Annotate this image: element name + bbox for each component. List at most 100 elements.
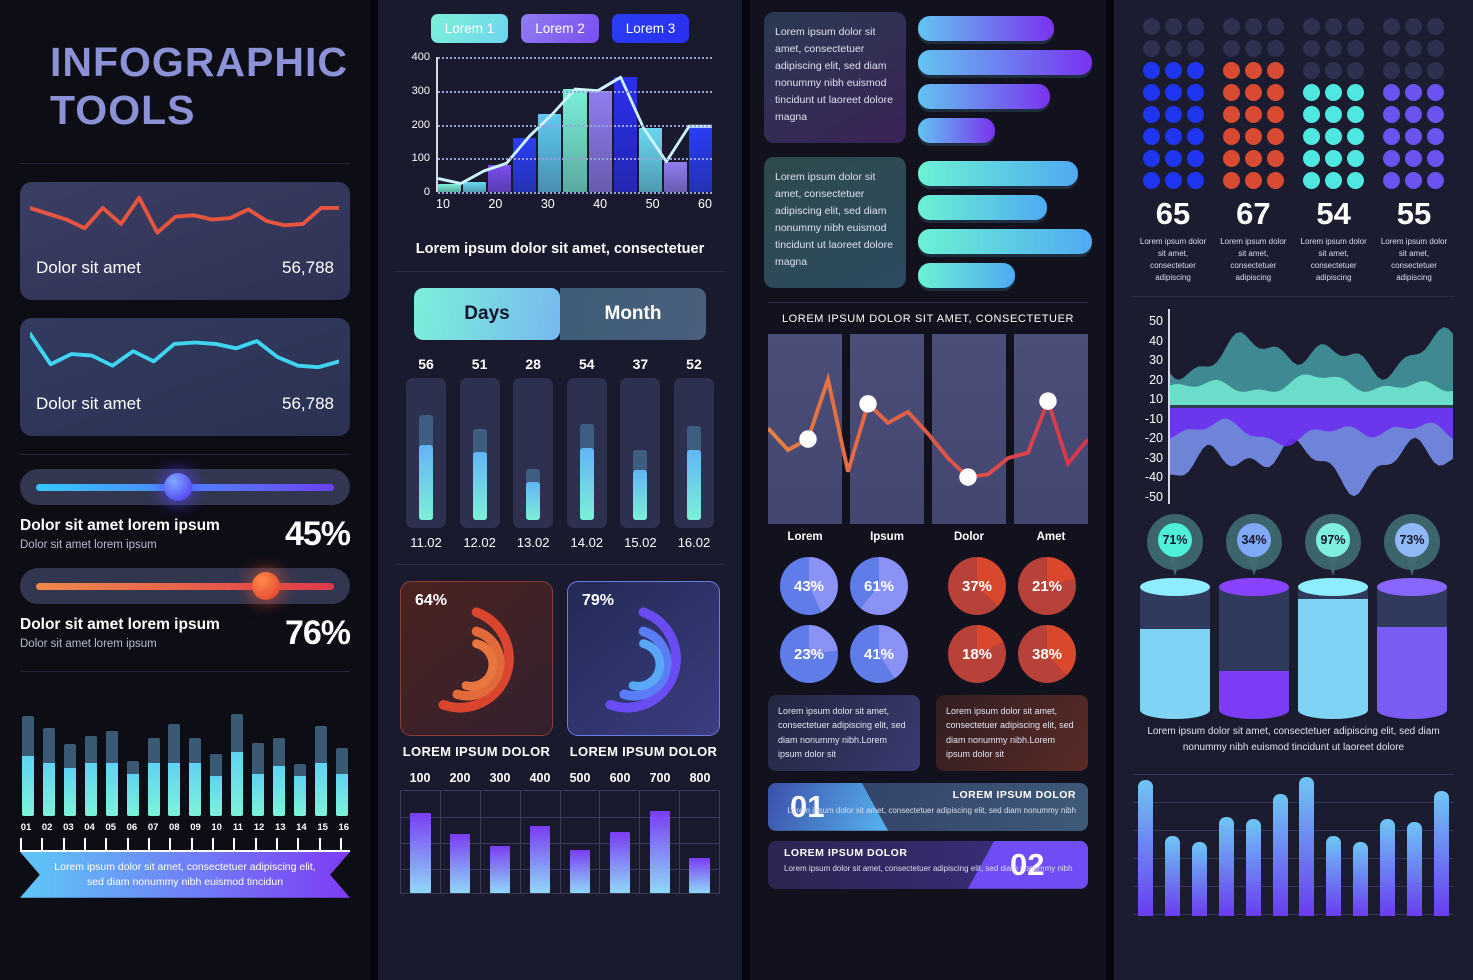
- slider-subtitle: Dolor sit amet lorem ipsum: [20, 539, 157, 552]
- horizontal-bar: [918, 84, 1051, 109]
- bar: [569, 850, 591, 893]
- divider: [396, 564, 724, 565]
- dot-icon: [1427, 40, 1445, 57]
- percent-circle[interactable]: 21%: [1018, 557, 1076, 615]
- plot-area: [1168, 309, 1453, 504]
- cylinder-gauge[interactable]: 34%: [1215, 514, 1293, 719]
- dot-icon: [1222, 106, 1240, 123]
- day-bar-tube: [513, 378, 554, 528]
- stat-card-red[interactable]: Dolor sit amet 56,788: [20, 181, 350, 300]
- slider-handle[interactable]: [163, 472, 192, 501]
- dot-icon: [1347, 18, 1365, 35]
- toggle-month[interactable]: Month: [560, 288, 706, 340]
- day-bar[interactable]: 51 12.02: [458, 356, 502, 550]
- percent-circle[interactable]: 61%: [850, 557, 908, 615]
- percent-circle[interactable]: 23%: [780, 625, 838, 683]
- grid-cell: [481, 791, 521, 893]
- cylinder-gauge[interactable]: 73%: [1373, 514, 1451, 719]
- donut-card-red[interactable]: 64%: [400, 581, 553, 736]
- mini-bar: [189, 737, 202, 816]
- tab-lorem-3[interactable]: Lorem 3: [611, 14, 690, 43]
- slider-title: Dolor sit amet lorem ipsum: [20, 616, 220, 634]
- mini-bar-labels: 01 02 03 04 05 06 07 08 09 10 11 12 13 14 15 16: [20, 816, 350, 833]
- percent-circle-label: 61%: [863, 577, 895, 595]
- numbered-banner-02[interactable]: 02 LOREM IPSUM DOLOR Lorem ipsum dolor s…: [768, 840, 1088, 889]
- rounded-bar-chart: [1134, 766, 1453, 916]
- days-month-toggle[interactable]: Days Month: [414, 288, 706, 340]
- day-bar[interactable]: 28 13.02: [511, 356, 555, 550]
- grid-cell: [521, 791, 561, 893]
- dot-icon: [1244, 84, 1262, 101]
- dot-icon: [1427, 172, 1445, 189]
- metric-value: 54: [1316, 196, 1351, 231]
- line-chart-x-labels: Lorem Ipsum Dolor Amet: [768, 531, 1088, 543]
- text-card-purple: Lorem ipsum dolor sit amet, consectetuer…: [764, 12, 906, 143]
- dot-icon: [1164, 106, 1182, 123]
- divider: [20, 162, 350, 164]
- dot-icon: [1303, 40, 1321, 57]
- stream-area-chart: 50 40 30 20 10 -10 -20 -30 -40 -50: [1132, 309, 1455, 504]
- day-bar[interactable]: 37 15.02: [618, 356, 662, 550]
- percent-circle[interactable]: 41%: [850, 625, 908, 683]
- line-marker[interactable]: [1039, 392, 1057, 410]
- day-bar[interactable]: 54 14.02: [565, 356, 609, 550]
- dot-icon: [1244, 18, 1262, 35]
- mini-bar-label: 08: [169, 821, 180, 833]
- dot-icon: [1142, 128, 1160, 145]
- dot-icon: [1222, 62, 1240, 79]
- percent-circle[interactable]: 18%: [948, 625, 1006, 683]
- mini-bar: [293, 763, 306, 816]
- percent-circle[interactable]: 38%: [1018, 625, 1076, 683]
- donut-card-blue[interactable]: 79%: [567, 581, 720, 736]
- day-bar-date: 13.02: [516, 535, 550, 550]
- percent-circle-label: 43%: [793, 577, 825, 595]
- text-bars-teal: Lorem ipsum dolor sit amet, consectetuer…: [764, 157, 1092, 288]
- line-marker[interactable]: [859, 395, 877, 413]
- dot-icon: [1405, 150, 1423, 167]
- dot-icon: [1427, 84, 1445, 101]
- map-pin-icon: 34%: [1225, 514, 1282, 576]
- mini-bar: [335, 747, 348, 816]
- concentric-arc-blue-icon: [605, 607, 681, 713]
- dot-icon: [1325, 18, 1343, 35]
- ruler-axis: [20, 836, 350, 852]
- dot-grid: [1138, 18, 1208, 189]
- percent-circle[interactable]: 37%: [948, 557, 1006, 615]
- grid-chart-body: [400, 790, 720, 894]
- banner-heading: LOREM IPSUM DOLOR: [952, 788, 1076, 801]
- cylinder-gauge[interactable]: 97%: [1294, 514, 1372, 719]
- day-bar[interactable]: 56 11.02: [404, 356, 448, 550]
- dot-grid: [1379, 18, 1449, 189]
- bar: [649, 811, 670, 893]
- line-marker[interactable]: [959, 468, 977, 486]
- dot-icon: [1383, 172, 1401, 189]
- y-tick: -30: [1144, 450, 1163, 465]
- y-axis-labels: 0 100 200 300 400: [402, 51, 434, 198]
- toggle-days[interactable]: Days: [414, 288, 560, 340]
- day-bar-value: 51: [471, 356, 488, 372]
- slider-orange[interactable]: [20, 567, 350, 604]
- dot-icon: [1325, 62, 1343, 79]
- day-bar[interactable]: 52 16.02: [672, 356, 716, 550]
- line-marker[interactable]: [799, 430, 817, 448]
- numbered-banner-01[interactable]: 01 LOREM IPSUM DOLOR Lorem ipsum dolor s…: [768, 782, 1088, 831]
- percent-circle[interactable]: 43%: [780, 557, 838, 615]
- dot-icon: [1142, 172, 1160, 189]
- dot-icon: [1325, 84, 1343, 101]
- grid-chart-headers: 100 200 300 400 500 600 700 800: [400, 771, 720, 790]
- dot-icon: [1266, 18, 1284, 35]
- x-tick: 10: [436, 197, 450, 211]
- dot-icon: [1222, 40, 1240, 57]
- stat-card-blue[interactable]: Dolor sit amet 56,788: [20, 317, 350, 436]
- slider-handle[interactable]: [251, 571, 280, 600]
- divider: [1132, 296, 1455, 297]
- tab-lorem-1[interactable]: Lorem 1: [430, 14, 509, 43]
- slider-subtitle: Dolor sit amet lorem ipsum: [20, 638, 157, 651]
- slider-purple[interactable]: [20, 468, 350, 505]
- dot-icon: [1244, 128, 1262, 145]
- cylinder-gauge[interactable]: 71%: [1136, 514, 1214, 719]
- dot-matrix-column: 55 Lorem ipsum dolor sit amet, consectetu…: [1379, 18, 1449, 284]
- metric-value: 55: [1396, 196, 1432, 231]
- tab-lorem-2[interactable]: Lorem 2: [521, 14, 599, 43]
- horizontal-bar: [918, 50, 1092, 75]
